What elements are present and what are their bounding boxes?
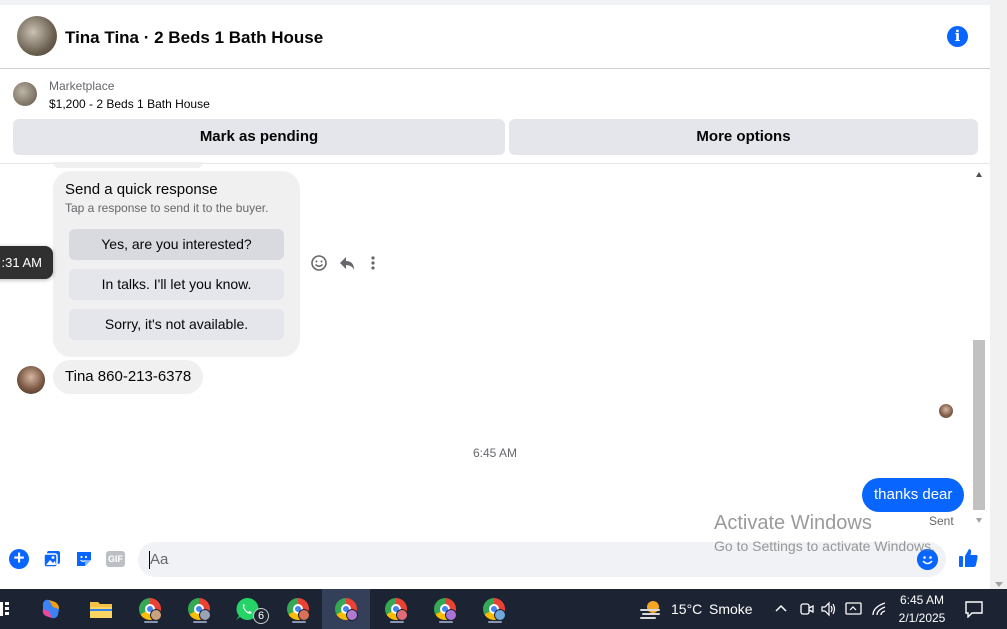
watermark-title: Activate Windows bbox=[714, 512, 872, 534]
marketplace-listing-panel: Marketplace $1,200 - 2 Beds 1 Bath House… bbox=[0, 70, 990, 164]
weather-temperature[interactable]: 15°C bbox=[671, 601, 702, 617]
chrome-profile-1-icon[interactable] bbox=[135, 594, 165, 624]
wifi-icon[interactable] bbox=[871, 601, 887, 617]
quick-response-title: Send a quick response bbox=[65, 181, 218, 198]
contact-message-bubble[interactable]: Tina 860-213-6378 bbox=[53, 360, 204, 394]
listing-avatar[interactable] bbox=[17, 16, 57, 56]
task-view-icon[interactable] bbox=[0, 601, 10, 617]
more-icon[interactable] bbox=[368, 254, 378, 272]
info-icon[interactable]: i bbox=[947, 26, 968, 47]
file-explorer-icon[interactable] bbox=[89, 599, 113, 619]
watermark-subtitle: Go to Settings to activate Windows. bbox=[714, 538, 935, 554]
previous-bubble-edge bbox=[53, 162, 203, 168]
display-icon[interactable] bbox=[845, 601, 862, 617]
listing-price-title[interactable]: $1,200 - 2 Beds 1 Bath House bbox=[49, 97, 210, 111]
conversation-header: Tina Tina · 2 Beds 1 Bath House i bbox=[0, 5, 990, 69]
conversation-title[interactable]: Tina Tina · 2 Beds 1 Bath House bbox=[65, 28, 323, 48]
whatsapp-badge: 6 bbox=[253, 608, 269, 624]
windows-taskbar: 6 15°C Smoke 6:45 AM 2/1/2025 bbox=[0, 589, 1007, 629]
scroll-down-arrow[interactable] bbox=[995, 582, 1003, 587]
sender-avatar[interactable] bbox=[17, 366, 45, 394]
scroll-down-arrow[interactable] bbox=[976, 518, 982, 523]
window-scrollbar[interactable] bbox=[990, 0, 1007, 589]
activate-windows-watermark: Activate Windows Go to Settings to activ… bbox=[714, 512, 935, 554]
more-options-button[interactable]: More options bbox=[509, 119, 978, 155]
copilot-icon[interactable] bbox=[39, 597, 63, 621]
chrome-profile-2-icon[interactable] bbox=[184, 594, 214, 624]
chrome-profile-7-icon[interactable] bbox=[479, 594, 509, 624]
message-timestamp: 6:45 AM bbox=[472, 446, 518, 460]
thumbs-up-icon[interactable] bbox=[957, 547, 979, 569]
volume-icon[interactable] bbox=[820, 601, 838, 617]
chrome-profile-6-icon[interactable] bbox=[430, 594, 460, 624]
sticker-icon[interactable] bbox=[74, 549, 94, 569]
quick-response-card: Send a quick response Tap a response to … bbox=[53, 162, 300, 357]
chrome-profile-3-icon[interactable] bbox=[283, 594, 313, 624]
notifications-icon[interactable] bbox=[964, 600, 984, 618]
react-icon[interactable] bbox=[310, 254, 328, 272]
listing-thumbnail[interactable] bbox=[13, 82, 37, 106]
clock-date[interactable]: 2/1/2025 bbox=[892, 611, 952, 625]
quick-response-option[interactable]: Yes, are you interested? bbox=[69, 229, 284, 260]
quick-response-option[interactable]: Sorry, it's not available. bbox=[69, 309, 284, 340]
chevron-up-icon[interactable] bbox=[775, 603, 787, 613]
quick-response-subtitle: Tap a response to send it to the buyer. bbox=[65, 201, 269, 215]
quick-response-option[interactable]: In talks. I'll let you know. bbox=[69, 269, 284, 300]
chrome-profile-4-icon[interactable] bbox=[322, 589, 370, 629]
clock-time[interactable]: 6:45 AM bbox=[892, 593, 952, 607]
gif-icon[interactable]: GIF bbox=[106, 551, 125, 567]
time-tooltip: :31 AM bbox=[0, 246, 53, 279]
photo-icon[interactable] bbox=[42, 549, 62, 569]
mark-as-pending-button[interactable]: Mark as pending bbox=[13, 119, 505, 155]
listing-source: Marketplace bbox=[49, 79, 115, 93]
sent-message-bubble[interactable]: thanks dear bbox=[862, 478, 965, 512]
meet-now-icon[interactable] bbox=[799, 601, 815, 617]
reply-icon[interactable] bbox=[338, 254, 356, 272]
chrome-profile-5-icon[interactable] bbox=[381, 594, 411, 624]
thread-scrollbar[interactable] bbox=[971, 168, 987, 528]
weather-icon[interactable] bbox=[638, 598, 664, 620]
weather-condition[interactable]: Smoke bbox=[709, 601, 753, 617]
scroll-up-arrow[interactable] bbox=[976, 172, 982, 177]
messenger-window: Tina Tina · 2 Beds 1 Bath House i Market… bbox=[0, 0, 1007, 629]
scrollbar-thumb[interactable] bbox=[973, 340, 985, 510]
seen-indicator-avatar bbox=[939, 404, 953, 418]
plus-icon[interactable]: + bbox=[9, 549, 29, 569]
message-input-placeholder: Aa bbox=[150, 551, 169, 568]
